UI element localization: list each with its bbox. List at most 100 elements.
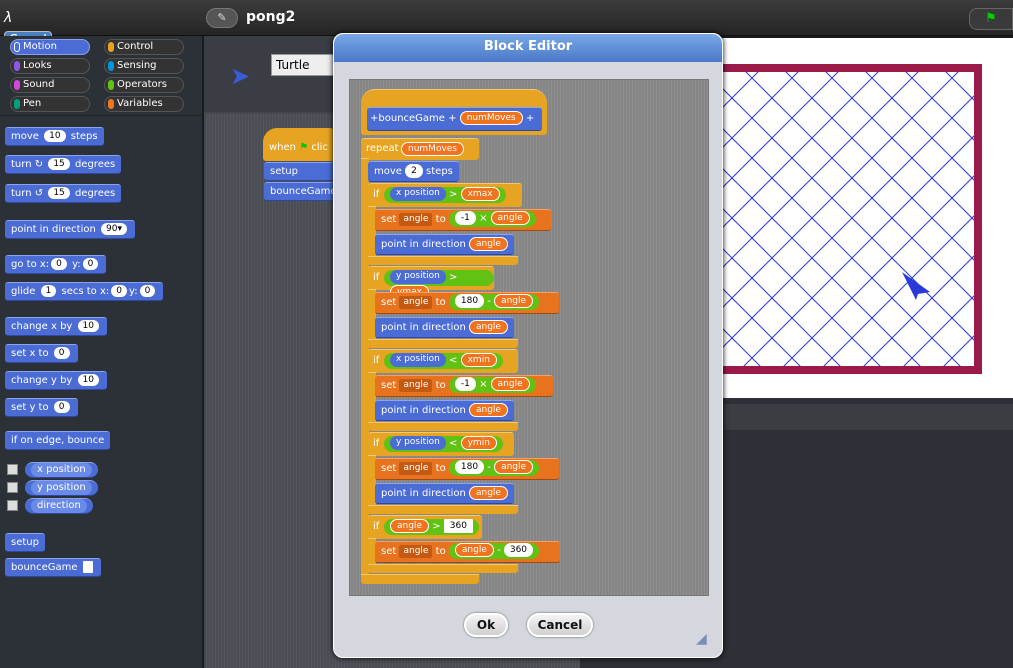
rotate-ccw-icon: ↺ bbox=[34, 188, 44, 199]
change-x-block[interactable]: change x by 10 bbox=[5, 317, 107, 336]
point-in-direction-block[interactable]: point in direction angle bbox=[375, 234, 514, 255]
x-input[interactable]: 0 bbox=[51, 258, 67, 270]
if-block[interactable]: if angle > 360 bbox=[368, 515, 482, 539]
point-in-direction-block[interactable]: point in direction angle bbox=[375, 400, 514, 421]
var-angle[interactable]: angle bbox=[390, 519, 429, 533]
change-y-block[interactable]: change y by 10 bbox=[5, 371, 107, 390]
value-input[interactable]: 0 bbox=[53, 401, 70, 413]
degrees-input[interactable]: 15 bbox=[48, 158, 70, 170]
direction-reporter[interactable]: direction bbox=[25, 498, 93, 514]
turn-ccw-block[interactable]: turn ↺ 15 degrees bbox=[5, 184, 122, 203]
set-variable-block[interactable]: set angle to -1 × angle bbox=[375, 209, 551, 231]
variable-dropdown[interactable]: angle bbox=[399, 461, 433, 475]
category-pen[interactable]: Pen bbox=[10, 96, 90, 112]
if-block[interactable]: if x position > xmax bbox=[368, 183, 522, 207]
steps-input[interactable]: 10 bbox=[44, 130, 66, 142]
turn-cw-block[interactable]: turn ↻ 15 degrees bbox=[5, 155, 122, 174]
point-in-direction-block[interactable]: point in direction angle bbox=[375, 317, 514, 338]
x-position-reporter[interactable]: x position bbox=[390, 353, 446, 367]
y-input[interactable]: 0 bbox=[139, 285, 156, 297]
pen-line bbox=[722, 207, 881, 366]
variable-dropdown[interactable]: angle bbox=[399, 544, 433, 558]
x-position-reporter[interactable]: x position bbox=[390, 187, 446, 201]
var-xmin[interactable]: xmin bbox=[460, 353, 497, 367]
set-y-block[interactable]: set y to 0 bbox=[5, 398, 78, 417]
category-variables[interactable]: Variables bbox=[104, 96, 184, 112]
value-input[interactable]: 360 bbox=[443, 519, 473, 533]
watcher-checkbox[interactable] bbox=[7, 482, 18, 493]
secs-input[interactable]: 1 bbox=[40, 285, 57, 297]
go-to-xy-block[interactable]: go to x: 0 y: 0 bbox=[5, 255, 107, 274]
value-input[interactable]: 10 bbox=[77, 320, 99, 332]
pencil-icon[interactable]: ✎ bbox=[206, 8, 238, 28]
set-variable-block[interactable]: set angle to angle - 360 bbox=[375, 541, 560, 563]
pen-line bbox=[722, 287, 801, 366]
y-position-reporter[interactable]: y position bbox=[390, 436, 446, 450]
add-input-icon[interactable]: + bbox=[448, 113, 456, 124]
category-label: Variables bbox=[117, 98, 163, 109]
variable-dropdown[interactable]: angle bbox=[399, 212, 433, 226]
set-variable-block[interactable]: set angle to 180 - angle bbox=[375, 292, 559, 314]
setup-custom-block[interactable]: setup bbox=[5, 533, 45, 552]
set-variable-block[interactable]: set angle to 180 - angle bbox=[375, 458, 559, 480]
param-numMoves[interactable]: numMoves bbox=[459, 111, 523, 125]
repeat-count[interactable]: numMoves bbox=[401, 142, 464, 156]
variable-dropdown[interactable]: angle bbox=[399, 295, 433, 309]
point-in-direction-block[interactable]: point in direction 90▾ bbox=[5, 220, 135, 239]
variable-dropdown[interactable]: angle bbox=[399, 378, 433, 392]
steps-input[interactable]: 2 bbox=[405, 164, 423, 178]
category-looks[interactable]: Looks bbox=[10, 58, 90, 74]
green-flag-icon: ⚑ bbox=[299, 142, 309, 153]
when-flag-clicked-hat[interactable]: when ⚑ clic bbox=[263, 128, 343, 161]
category-label: Pen bbox=[23, 98, 42, 109]
x-position-reporter[interactable]: x position bbox=[25, 462, 98, 478]
degrees-input[interactable]: 15 bbox=[48, 187, 70, 199]
move-steps-block[interactable]: move 10 steps bbox=[5, 127, 104, 146]
category-control[interactable]: Control bbox=[104, 39, 184, 55]
if-block[interactable]: ify position > ymax bbox=[368, 266, 494, 299]
green-flag-icon[interactable]: ⚑ bbox=[969, 8, 1013, 30]
block-editor-dialog: Block Editor +bounceGame + numMoves + re… bbox=[333, 33, 723, 658]
category-sensing[interactable]: Sensing bbox=[104, 58, 184, 74]
category-motion[interactable]: Motion bbox=[10, 39, 90, 55]
bouncegame-block[interactable]: bounceGame bbox=[264, 182, 344, 201]
var-xmax[interactable]: xmax bbox=[460, 187, 500, 201]
if-block[interactable]: if y position < ymin bbox=[368, 432, 514, 456]
category-sound[interactable]: Sound bbox=[10, 77, 90, 93]
if-on-edge-bounce-block[interactable]: if on edge, bounce bbox=[5, 431, 111, 450]
resize-handle-icon[interactable]: ◢ bbox=[696, 632, 712, 648]
category-label: Control bbox=[117, 41, 154, 52]
ok-button[interactable]: Ok bbox=[464, 613, 508, 637]
cancel-button[interactable]: Cancel bbox=[527, 613, 593, 637]
direction-dropdown[interactable]: 90▾ bbox=[101, 223, 127, 235]
add-input-icon[interactable]: + bbox=[526, 113, 534, 124]
dialog-title[interactable]: Block Editor bbox=[334, 34, 722, 62]
var-ymin[interactable]: ymin bbox=[460, 436, 497, 450]
set-x-block[interactable]: set x to 0 bbox=[5, 344, 78, 363]
value-input[interactable]: 0 bbox=[53, 347, 70, 359]
stage[interactable] bbox=[714, 38, 1013, 398]
chevron-down-icon: ▾ bbox=[117, 224, 122, 234]
y-position-reporter[interactable]: y position bbox=[390, 270, 446, 284]
move-steps-block[interactable]: move 2 steps bbox=[368, 161, 459, 182]
watcher-checkbox[interactable] bbox=[7, 500, 18, 511]
y-input[interactable]: 0 bbox=[82, 258, 99, 270]
pen-line bbox=[722, 247, 841, 366]
bouncegame-custom-block[interactable]: bounceGame bbox=[5, 558, 101, 577]
value-input[interactable]: 10 bbox=[77, 374, 99, 386]
watcher-checkbox[interactable] bbox=[7, 464, 18, 475]
y-position-reporter[interactable]: y position bbox=[25, 480, 98, 496]
numMoves-input[interactable] bbox=[82, 561, 93, 573]
category-operators[interactable]: Operators bbox=[104, 77, 184, 93]
if-block[interactable]: if x position < xmin bbox=[368, 349, 518, 373]
repeat-block[interactable]: repeat numMoves bbox=[361, 138, 479, 160]
point-in-direction-block[interactable]: point in direction angle bbox=[375, 483, 514, 504]
sprite-name-field[interactable]: Turtle bbox=[271, 54, 341, 76]
prototype-block[interactable]: +bounceGame + numMoves + bbox=[367, 107, 542, 131]
snap-logo[interactable]: λSnap! bbox=[4, 7, 56, 50]
category-label: Operators bbox=[117, 79, 167, 90]
glide-block[interactable]: glide 1 secs to x: 0 y: 0 bbox=[5, 282, 164, 301]
set-variable-block[interactable]: set angle to -1 × angle bbox=[375, 375, 553, 397]
x-input[interactable]: 0 bbox=[111, 285, 128, 297]
setup-block[interactable]: setup bbox=[264, 162, 344, 181]
